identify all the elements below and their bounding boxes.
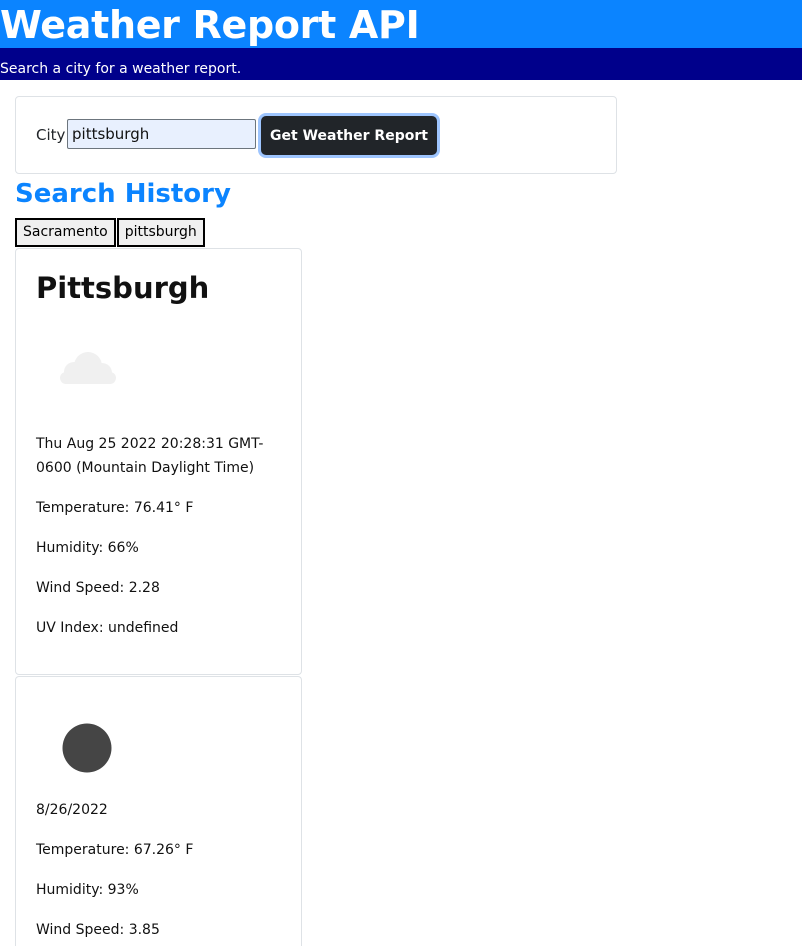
current-date: Thu Aug 25 2022 20:28:31 GMT-0600 (Mount…: [36, 436, 264, 476]
page-title: Weather Report API: [0, 0, 802, 48]
search-history-title: Search History: [15, 179, 231, 209]
current-temperature: Temperature: 76.41° F: [36, 500, 194, 516]
forecast-date: 8/26/2022: [36, 802, 108, 818]
forecast-card: 8/26/2022 Temperature: 67.26° F Humidity…: [15, 676, 302, 946]
history-item-pittsburgh[interactable]: pittsburgh: [116, 218, 205, 247]
forecast-wind-speed: Wind Speed: 3.85: [36, 922, 160, 938]
dark-circle-icon: [62, 723, 112, 773]
forecast-humidity: Humidity: 93%: [36, 882, 139, 898]
current-uv-index: UV Index: undefined: [36, 620, 179, 636]
history-item-sacramento[interactable]: Sacramento: [15, 218, 116, 247]
cloud-icon: [60, 352, 116, 384]
current-city-name: Pittsburgh: [36, 271, 210, 305]
city-input[interactable]: pittsburgh: [67, 119, 256, 149]
current-wind-speed: Wind Speed: 2.28: [36, 580, 160, 596]
current-weather-card: Pittsburgh Thu Aug 25 2022 20:28:31 GMT-…: [15, 248, 302, 675]
search-history-list: Sacramento pittsburgh: [15, 218, 206, 248]
forecast-temperature: Temperature: 67.26° F: [36, 842, 194, 858]
search-form: City pittsburgh Get Weather Report: [15, 96, 617, 174]
page-subtitle: Search a city for a weather report.: [0, 48, 802, 80]
get-weather-report-button[interactable]: Get Weather Report: [261, 116, 437, 155]
current-humidity: Humidity: 66%: [36, 540, 139, 556]
city-label: City: [36, 126, 66, 144]
